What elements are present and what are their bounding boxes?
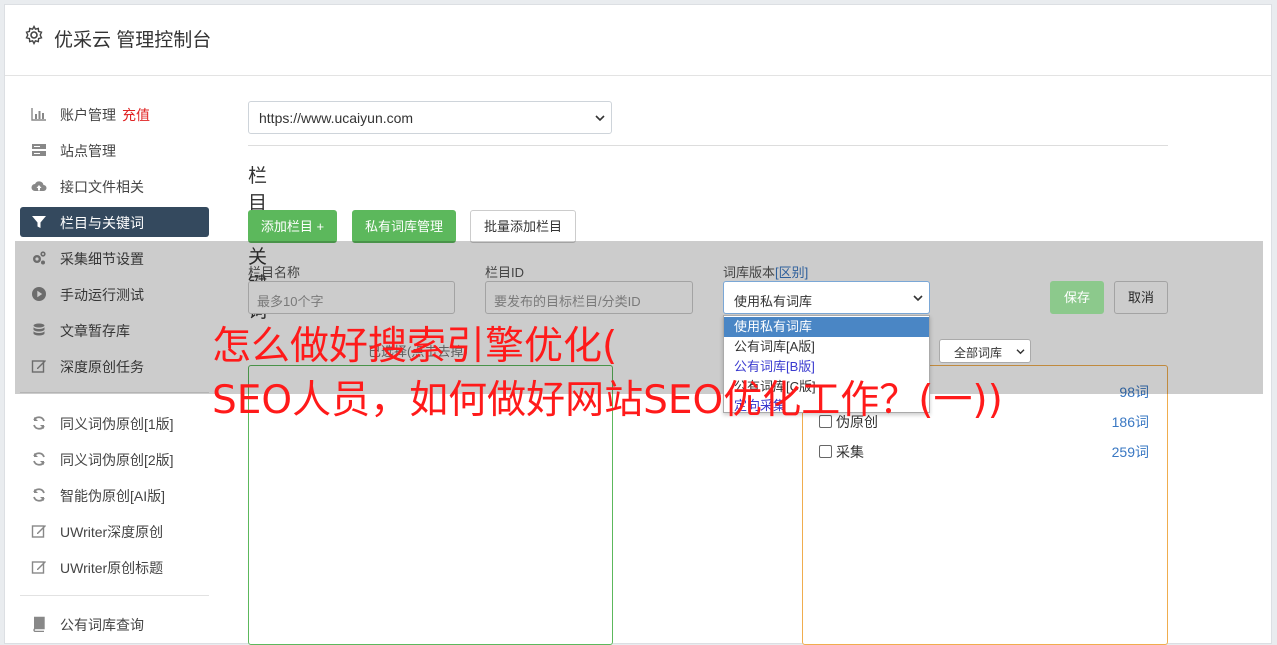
page-title: 优采云 管理控制台 — [54, 30, 212, 51]
sidebar-item-label: 账户管理 — [60, 107, 116, 123]
sidebar-item-interface[interactable]: 接口文件相关 — [20, 171, 209, 201]
overlay-line-2: SEO人员，如何做好网站SEO优化工作？(一)) — [212, 378, 1003, 423]
sidebar-item-account[interactable]: 账户管理 充值 — [20, 99, 209, 129]
sidebar-item-sites[interactable]: 站点管理 — [20, 135, 209, 165]
sidebar-item-label: 同义词伪原创[1版] — [60, 416, 174, 432]
sidebar-item-uwriter-title[interactable]: UWriter原创标题 — [20, 552, 209, 582]
chevron-down-icon — [913, 295, 923, 302]
sidebar-divider — [20, 595, 209, 596]
edit-icon — [31, 561, 46, 574]
divider — [248, 145, 1168, 146]
batch-add-button[interactable]: 批量添加栏目 — [470, 210, 576, 243]
bar-chart-icon — [31, 108, 46, 121]
sidebar-item-label: 接口文件相关 — [60, 179, 144, 195]
site-select[interactable]: https://www.ucaiyun.com — [248, 101, 612, 134]
recharge-link[interactable]: 充值 — [122, 107, 150, 123]
page-header: 优采云 管理控制台 — [5, 5, 1271, 76]
sidebar-item-label: 公有词库查询 — [60, 617, 144, 633]
save-button[interactable]: 保存 — [1050, 281, 1104, 314]
book-icon — [33, 616, 45, 632]
sidebar-item-label: UWriter原创标题 — [60, 560, 164, 576]
library-checkbox[interactable] — [819, 445, 832, 458]
overlay-line-1: 怎么做好搜索引擎优化( — [212, 324, 618, 369]
chevron-down-icon — [595, 115, 605, 122]
overlay-headline: 怎么做好搜索引擎优化( SEO人员，如何做好网站SEO优化工作？(一)) — [212, 320, 1003, 428]
library-version-select[interactable]: 使用私有词库 — [723, 281, 930, 314]
sidebar-item-synonym-v2[interactable]: 同义词伪原创[2版] — [20, 444, 209, 474]
edit-icon — [31, 525, 46, 538]
add-column-button[interactable]: 添加栏目 + — [248, 210, 337, 243]
sidebar-item-columns[interactable]: 栏目与关键词 — [20, 207, 209, 237]
sidebar-item-uwriter-deep[interactable]: UWriter深度原创 — [20, 516, 209, 546]
sidebar-item-ai-rewrite[interactable]: 智能伪原创[AI版] — [20, 480, 209, 510]
sidebar-item-synonym-v1[interactable]: 同义词伪原创[1版] — [20, 408, 209, 438]
filter-icon — [32, 216, 46, 228]
library-row[interactable]: 采集 259词 — [819, 442, 1149, 462]
cloud-upload-icon — [31, 181, 47, 191]
server-icon — [32, 144, 46, 156]
refresh-icon — [33, 416, 45, 430]
sidebar-item-public-lib[interactable]: 公有词库查询 — [20, 609, 209, 639]
sidebar-item-label: 同义词伪原创[2版] — [60, 452, 174, 468]
site-select-value: https://www.ucaiyun.com — [259, 110, 414, 126]
sidebar-item-label: 站点管理 — [60, 143, 116, 159]
refresh-icon — [33, 488, 45, 502]
library-count: 259词 — [1111, 444, 1149, 460]
refresh-icon — [33, 452, 45, 466]
private-library-button[interactable]: 私有词库管理 — [352, 210, 456, 243]
sidebar-item-label: UWriter深度原创 — [60, 524, 164, 540]
library-name: 采集 — [836, 444, 864, 460]
sidebar-item-label: 智能伪原创[AI版] — [60, 488, 166, 504]
gear-icon — [25, 25, 43, 45]
sidebar-item-label: 栏目与关键词 — [60, 215, 144, 231]
chevron-down-icon — [1016, 349, 1025, 355]
library-version-value: 使用私有词库 — [734, 294, 813, 309]
library-count: 186词 — [1111, 414, 1149, 430]
